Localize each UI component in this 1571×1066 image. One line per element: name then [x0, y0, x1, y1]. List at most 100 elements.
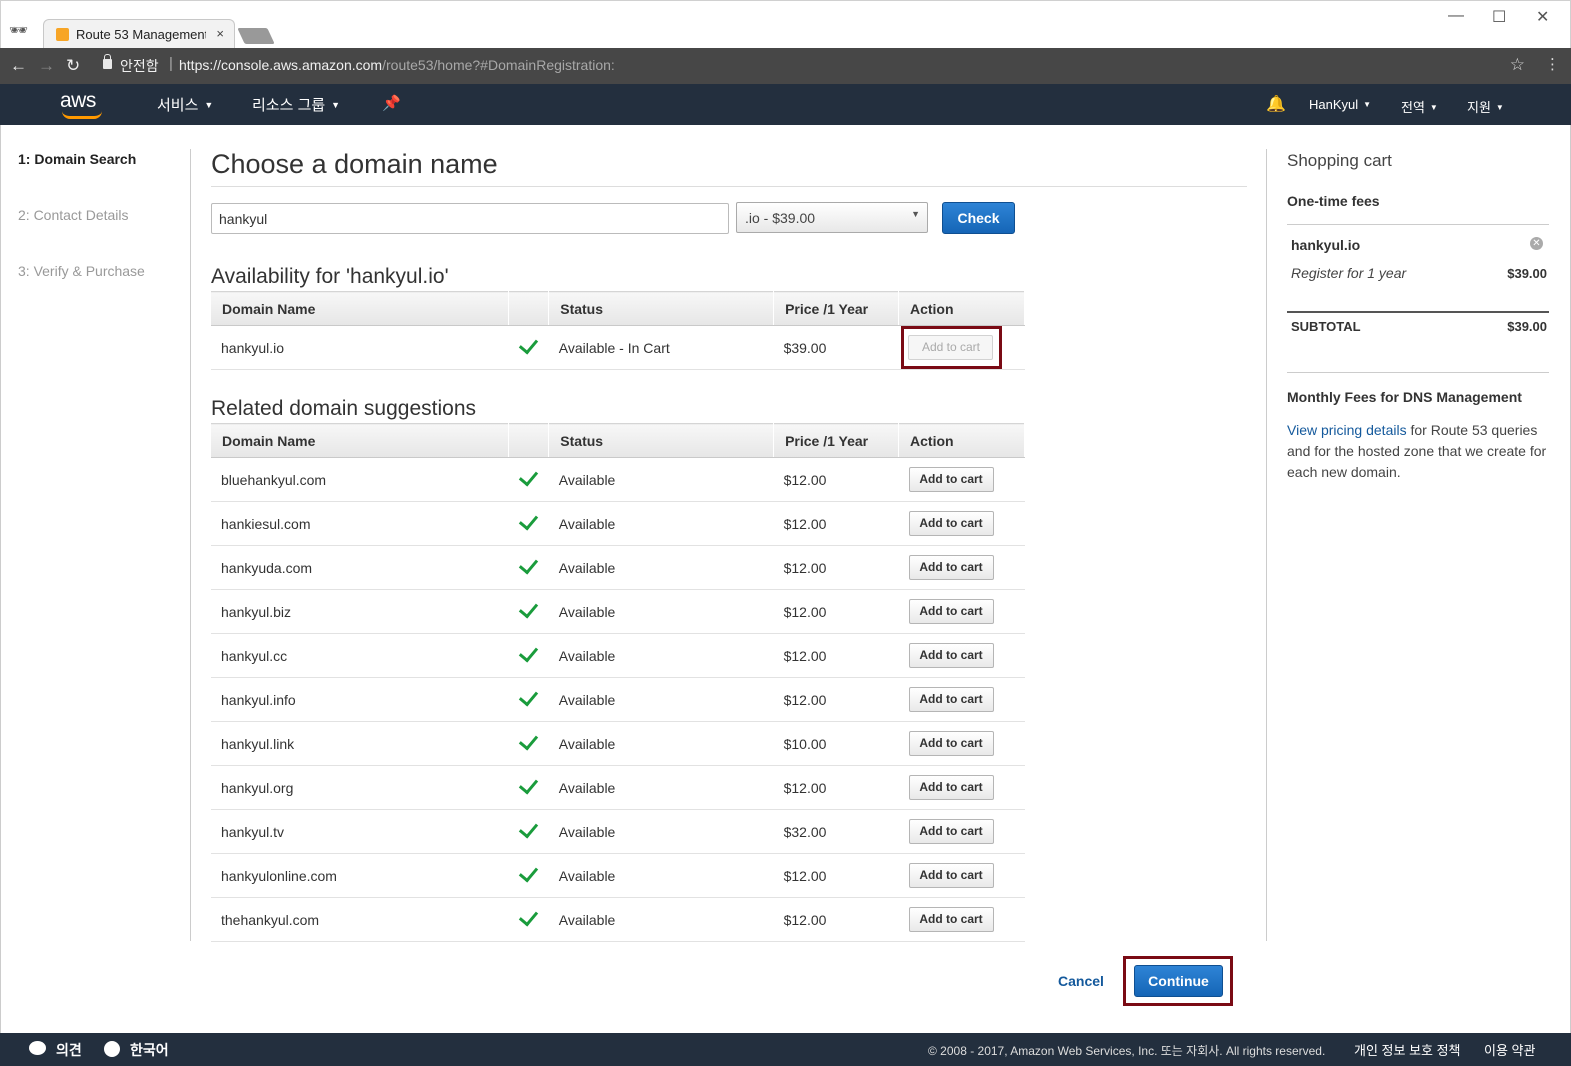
- price-cell: $10.00: [773, 721, 899, 766]
- add-to-cart-button[interactable]: Add to cart: [908, 775, 994, 800]
- reload-icon[interactable]: ↻: [66, 56, 80, 76]
- add-to-cart-button[interactable]: Add to cart: [908, 907, 994, 932]
- support-menu[interactable]: 지원 ▼: [1467, 97, 1504, 116]
- close-window-icon[interactable]: ✕: [1536, 7, 1549, 27]
- chevron-down-icon: ▼: [331, 100, 341, 110]
- add-to-cart-button[interactable]: Add to cart: [908, 643, 994, 668]
- url-omnibox[interactable]: 안전함 | https://console.aws.amazon.com/rou…: [93, 53, 1535, 79]
- domain-cell: hankyulonline.com: [211, 853, 509, 898]
- suggestions-heading: Related domain suggestions: [211, 397, 477, 420]
- cart-item-price: $39.00: [1507, 266, 1547, 281]
- page-content: 1: Domain Search 2: Contact Details 3: V…: [0, 125, 1571, 1033]
- price-cell: $12.00: [773, 633, 899, 678]
- add-to-cart-button[interactable]: Add to cart: [908, 599, 994, 624]
- domain-search-input[interactable]: [211, 203, 729, 234]
- price-cell: $12.00: [773, 501, 899, 546]
- chevron-down-icon: ▼: [1363, 100, 1372, 109]
- status-cell: Available: [548, 897, 774, 942]
- resource-groups-label: 리소스 그룹: [252, 97, 326, 114]
- action-cell: Add to cart: [898, 457, 1025, 502]
- domain-cell: bluehankyul.com: [211, 457, 509, 502]
- browser-menu-icon[interactable]: ⋮: [1545, 55, 1560, 73]
- col-status: Status: [548, 423, 775, 458]
- cart-title: Shopping cart: [1287, 151, 1392, 170]
- step-domain-search[interactable]: 1: Domain Search: [18, 151, 136, 167]
- table-row: hankyul.cc Available $12.00 Add to cart: [211, 633, 1025, 678]
- tld-selected-value: .io - $39.00: [745, 210, 816, 226]
- check-button[interactable]: Check: [942, 202, 1015, 234]
- aws-top-nav: aws 서비스 ▼ 리소스 그룹 ▼ 📌 🔔 HanKyul ▼ 전역 ▼ 지원 ▼: [0, 84, 1571, 125]
- user-menu[interactable]: HanKyul ▼: [1309, 97, 1371, 112]
- available-check-icon: [508, 457, 549, 502]
- action-cell: Add to cart: [898, 677, 1025, 722]
- suggestions-table: Domain Name Status Price /1 Year Action …: [211, 423, 1025, 942]
- table-header-row: Domain Name Status Price /1 Year Action: [211, 291, 1026, 326]
- resource-groups-menu[interactable]: 리소스 그룹 ▼: [252, 94, 340, 115]
- incognito-icon: 🕶: [9, 22, 29, 39]
- add-to-cart-button[interactable]: Add to cart: [908, 687, 994, 712]
- privacy-policy-link[interactable]: 개인 정보 보호 정책: [1354, 1040, 1461, 1059]
- region-menu[interactable]: 전역 ▼: [1401, 97, 1438, 116]
- url-separator: |: [169, 55, 173, 72]
- table-row: hankyul.org Available $12.00 Add to cart: [211, 765, 1025, 810]
- col-action: Action: [898, 423, 1025, 458]
- continue-button[interactable]: Continue: [1134, 965, 1223, 997]
- language-selector[interactable]: 한국어: [130, 1040, 169, 1060]
- pin-icon[interactable]: 📌: [382, 94, 401, 112]
- status-cell: Available: [548, 677, 774, 722]
- feedback-link[interactable]: 의견: [56, 1040, 82, 1060]
- price-cell: $12.00: [773, 545, 899, 590]
- left-divider: [190, 149, 191, 941]
- services-menu[interactable]: 서비스 ▼: [157, 94, 213, 115]
- secure-label: 안전함: [120, 58, 159, 74]
- table-row: thehankyul.com Available $12.00 Add to cart: [211, 897, 1025, 942]
- domain-cell: hankyul.tv: [211, 809, 509, 854]
- status-cell: Available - In Cart: [548, 325, 774, 370]
- col-domain-name: Domain Name: [211, 291, 510, 326]
- back-arrow-icon[interactable]: ←: [10, 56, 27, 76]
- view-pricing-link[interactable]: View pricing details: [1287, 422, 1407, 438]
- bookmark-star-icon[interactable]: ☆: [1510, 55, 1525, 75]
- aws-logo[interactable]: aws: [60, 89, 96, 113]
- status-cell: Available: [548, 545, 774, 590]
- title-divider: [211, 186, 1247, 187]
- add-to-cart-button[interactable]: Add to cart: [908, 511, 994, 536]
- minimize-icon[interactable]: —: [1448, 7, 1464, 25]
- step-verify-purchase: 3: Verify & Purchase: [18, 263, 145, 279]
- new-tab-button[interactable]: [237, 28, 275, 44]
- notification-bell-icon[interactable]: 🔔: [1266, 94, 1286, 114]
- cart-item-domain: hankyul.io: [1291, 237, 1361, 253]
- add-to-cart-button[interactable]: Add to cart: [908, 467, 994, 492]
- domain-cell: thehankyul.com: [211, 897, 509, 942]
- add-to-cart-button[interactable]: Add to cart: [908, 555, 994, 580]
- price-cell: $12.00: [773, 853, 899, 898]
- cancel-link[interactable]: Cancel: [1058, 973, 1104, 989]
- browser-tab[interactable]: Route 53 Management ×: [43, 19, 235, 49]
- col-status: Status: [548, 291, 775, 326]
- price-cell: $12.00: [773, 897, 899, 942]
- tab-close-icon[interactable]: ×: [216, 26, 224, 41]
- table-row: hankyul.biz Available $12.00 Add to cart: [211, 589, 1025, 634]
- route53-favicon-icon: [56, 28, 69, 41]
- availability-heading: Availability for 'hankyul.io': [211, 265, 449, 288]
- add-to-cart-button[interactable]: Add to cart: [908, 819, 994, 844]
- add-to-cart-button[interactable]: Add to cart: [908, 863, 994, 888]
- available-check-icon: [508, 589, 549, 634]
- available-check-icon: [508, 765, 549, 810]
- terms-link[interactable]: 이용 약관: [1484, 1040, 1535, 1059]
- globe-icon: [104, 1041, 120, 1057]
- remove-item-icon[interactable]: ✕: [1530, 237, 1543, 250]
- add-to-cart-button[interactable]: Add to cart: [908, 731, 994, 756]
- action-cell: Add to cart: [898, 809, 1025, 854]
- col-price: Price /1 Year: [773, 423, 900, 458]
- price-cell: $12.00: [773, 457, 899, 502]
- one-time-fees-label: One-time fees: [1287, 193, 1380, 209]
- action-cell: Add to cart: [898, 589, 1025, 634]
- forward-arrow-icon[interactable]: →: [38, 56, 55, 76]
- domain-cell: hankyul.org: [211, 765, 509, 810]
- status-cell: Available: [548, 633, 774, 678]
- page-title: Choose a domain name: [211, 149, 498, 179]
- chevron-down-icon: ▼: [1495, 103, 1504, 112]
- tld-select[interactable]: .io - $39.00 ▼: [736, 202, 928, 233]
- maximize-icon[interactable]: ☐: [1492, 7, 1506, 27]
